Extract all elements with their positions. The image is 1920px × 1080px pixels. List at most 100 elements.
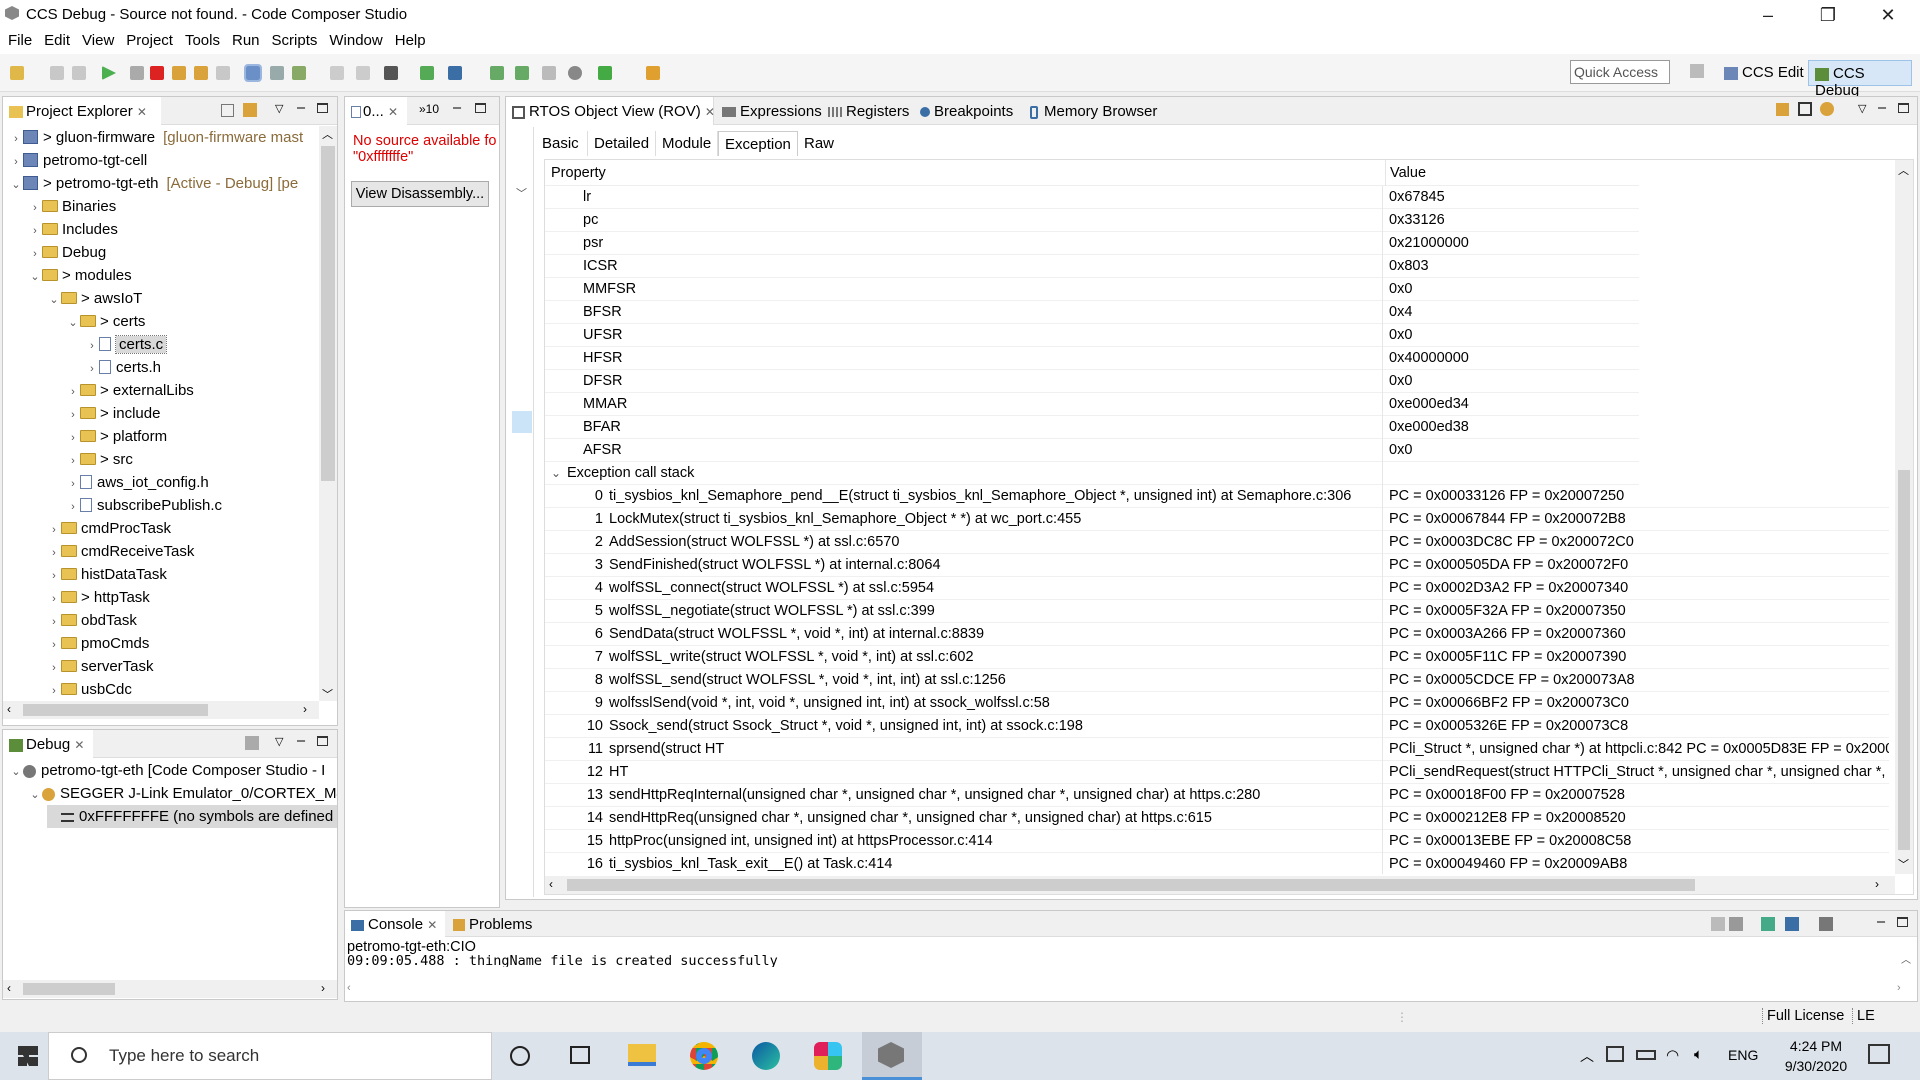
language-indicator[interactable]: ENG [1728,1047,1758,1063]
scroll-right-icon[interactable]: › [303,702,307,716]
maximize-view-icon[interactable] [317,736,328,746]
twisty-icon[interactable]: › [85,335,99,358]
twisty-icon[interactable]: › [28,243,42,266]
stack-frame-row[interactable]: 16 ti_sysbios_knl_Task_exit__E() at Task.… [545,853,1889,874]
twisty-icon[interactable]: ⌄ [28,784,42,807]
twisty-icon[interactable]: › [66,450,80,473]
edge-icon[interactable] [752,1042,780,1070]
bug-icon[interactable] [598,66,612,80]
chrome-icon[interactable] [690,1042,718,1070]
twisty-icon[interactable]: ⌄ [28,266,42,289]
scroll-thumb[interactable] [23,704,208,716]
maximize-button[interactable]: ❐ [1800,0,1856,30]
scroll-left-icon[interactable]: ‹ [549,877,553,891]
windows-start-icon[interactable] [18,1046,38,1066]
tree-item[interactable]: › certs.h [85,356,161,379]
scroll-left-icon[interactable]: ‹ [7,981,11,995]
view-menu-icon[interactable]: ▽ [275,102,283,115]
table-row[interactable]: MMAR 0xe000ed34 [545,393,1639,416]
close-icon[interactable]: ✕ [74,738,84,752]
tree-item[interactable]: › cmdReceiveTask [47,540,194,563]
tab-registers[interactable]: Registers [822,97,915,125]
subtab-raw[interactable]: Raw [798,131,842,156]
tree-item[interactable]: › Binaries [28,195,116,218]
view-disassembly-button[interactable]: View Disassembly... [351,181,489,207]
tree-item[interactable]: › > include [66,402,160,425]
tree-item[interactable]: › histDataTask [47,563,167,586]
slack-icon[interactable] [814,1042,842,1070]
reset-icon[interactable] [356,66,370,80]
twisty-icon[interactable]: › [47,634,61,657]
wifi-icon[interactable]: ◠ [1666,1046,1679,1064]
scroll-down-icon[interactable]: ﹀ [322,686,333,702]
menu-tools[interactable]: Tools [179,30,226,49]
twisty-icon[interactable]: › [47,680,61,701]
tab-source-not-found[interactable]: 0... ✕ [345,97,407,125]
tab-problems[interactable]: Problems [447,911,538,939]
resume-icon[interactable] [102,66,116,80]
perspective-ccs-edit[interactable]: CCS Edit [1718,60,1810,86]
step-return-icon[interactable] [216,66,230,80]
target-icon[interactable] [270,66,284,80]
table-row[interactable]: psr 0x21000000 [545,232,1639,255]
debug-tree-item[interactable]: 0xFFFFFFFE (no symbols are defined fo [47,805,337,828]
twisty-icon[interactable]: › [47,565,61,588]
column-header-value[interactable]: Value [1385,160,1426,186]
rov-refresh-icon[interactable] [1820,102,1834,116]
twisty-icon[interactable]: › [66,381,80,404]
tab-console[interactable]: Console ✕ [345,911,445,937]
close-icon[interactable]: ✕ [705,105,715,119]
twisty-icon[interactable]: › [9,151,23,174]
collapse-all-icon[interactable] [221,104,234,117]
tree-item[interactable]: ⌄ > modules [28,264,131,289]
table-row[interactable]: AFSR 0x0 [545,439,1639,462]
stack-frame-row[interactable]: 0 ti_sysbios_knl_Semaphore_pend__E(struct… [545,485,1889,508]
more-tabs-indicator[interactable]: »10 [419,102,439,116]
twisty-icon[interactable]: ⌄ [9,174,23,197]
stack-frame-row[interactable]: 13 sendHttpReqInternal(unsigned char *, u… [545,784,1889,807]
tree-item[interactable]: › certs.c [85,333,168,358]
table-row[interactable]: pc 0x33126 [545,209,1639,232]
tree-item[interactable]: ⌄ > certs [66,310,145,333]
tree-item[interactable]: › > externalLibs [66,379,194,402]
stack-frame-row[interactable]: 2 AddSession(struct WOLFSSL *) at ssl.c:6… [545,531,1889,554]
remove-terminated-icon[interactable] [245,736,259,750]
menu-window[interactable]: Window [323,30,388,49]
tree-item[interactable]: › usbCdc [47,678,132,701]
scroll-thumb[interactable] [1898,470,1910,850]
save-all-icon[interactable] [72,66,86,80]
table-vscrollbar[interactable]: ︿ ﹀ [1895,160,1913,874]
tree-item[interactable]: › > gluon-firmware [gluon-firmware mast [9,126,303,149]
menu-edit[interactable]: Edit [38,30,76,49]
subtab-detailed[interactable]: Detailed [588,131,656,156]
scroll-thumb[interactable] [321,146,335,481]
stack-frame-row[interactable]: 9 wolfsslSend(void *, int, void *, unsign… [545,692,1889,715]
subtab-basic[interactable]: Basic [536,131,588,156]
table-row[interactable]: BFSR 0x4 [545,301,1639,324]
view-menu-icon[interactable]: ▽ [1858,102,1866,115]
perspective-ccs-debug[interactable]: CCS Debug [1808,60,1912,99]
maximize-view-icon[interactable] [317,103,328,113]
external-tools-icon[interactable] [448,66,462,80]
menu-scripts[interactable]: Scripts [266,30,324,49]
tab-debug[interactable]: Debug ✕ [3,730,93,758]
twisty-icon[interactable]: › [47,542,61,565]
minimize-view-icon[interactable]: – [297,733,305,749]
close-icon[interactable]: ✕ [388,105,398,119]
twisty-icon[interactable]: › [66,404,80,427]
tree-item[interactable]: ⌄ > petromo-tgt-eth [Active - Debug] [pe [9,172,298,195]
table-row[interactable]: DFSR 0x0 [545,370,1639,393]
tab-breakpoints[interactable]: Breakpoints [914,97,1019,125]
collapse-icon[interactable]: ⌄ [551,462,567,485]
save-icon[interactable] [50,66,64,80]
step-into-icon[interactable] [172,66,186,80]
twisty-icon[interactable]: › [66,496,80,519]
stack-frame-row[interactable]: 1 LockMutex(struct ti_sysbios_knl_Semapho… [545,508,1889,531]
scroll-right-icon[interactable]: › [321,981,325,995]
maximize-view-icon[interactable] [1898,103,1909,113]
stack-frame-row[interactable]: 10 Ssock_send(struct Ssock_Struct *, void… [545,715,1889,738]
tree-item[interactable]: › Debug [28,241,106,264]
scroll-left-icon[interactable]: ‹ [7,702,11,716]
tree-item[interactable]: › > src [66,448,133,471]
battery-icon[interactable] [1636,1050,1656,1060]
